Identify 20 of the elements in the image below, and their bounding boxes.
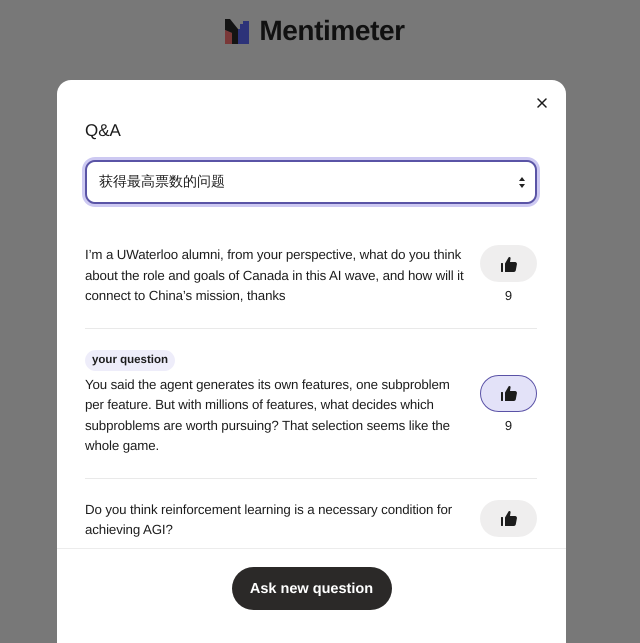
author-tag: your question [85,350,176,370]
question-text: Do you think reinforcement learning is a necessary condition for achieving AGI? [85,500,454,539]
close-icon [537,98,547,108]
thumbs-up-icon [500,385,516,401]
thumbs-up-icon [500,510,516,526]
close-button[interactable] [535,96,549,110]
question-text: I’m a UWaterloo alumni, from your perspective, what do you think about the role and goals of Canada in this AI wave, and how will it connect to China’s mission, thanks [85,246,465,305]
logo-text: Mentimeter [259,16,405,46]
upvote-button[interactable] [480,245,537,282]
upvote-button[interactable] [480,500,537,536]
vote-count: 9 [504,418,512,434]
thumbs-up-icon [500,256,516,272]
upvote-button[interactable] [480,374,537,412]
dialog-title: Q&A [85,120,122,142]
vote-count: 9 [504,288,512,304]
question-text: You said the agent generates its own features, one subproblem per feature. But with millions of features, what decides which subproblems are worth pursuing? That selection seems like the whole game. [85,376,451,455]
sort-select[interactable]: 获得最高票数的问题 [85,160,537,204]
ask-question-button[interactable]: Ask new question [232,567,392,610]
logo-icon [225,18,250,44]
sort-arrows-icon [519,176,525,188]
